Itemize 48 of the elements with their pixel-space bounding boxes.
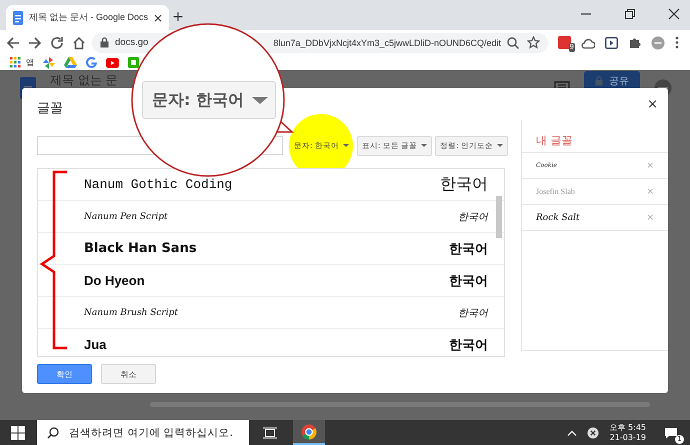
- reload-icon[interactable]: [50, 36, 64, 50]
- font-name[interactable]: Rock Salt: [536, 212, 580, 222]
- dialog-title: 글꼴: [37, 100, 63, 118]
- windows-logo-icon[interactable]: [11, 426, 25, 440]
- font-list-item[interactable]: Nanum Brush Script 한국어: [38, 297, 504, 329]
- font-list-item[interactable]: Black Han Sans 한국어: [38, 233, 504, 265]
- clock-time[interactable]: 오후 5:45: [609, 422, 646, 432]
- url-text: docs.go: [115, 37, 148, 48]
- font-list-item[interactable]: Jua 한국어: [38, 329, 504, 356]
- new-tab-button[interactable]: +: [172, 11, 184, 23]
- scrollbar-thumb[interactable]: [496, 196, 502, 238]
- puzzle-icon[interactable]: [628, 36, 641, 49]
- play-video-icon[interactable]: [106, 58, 119, 68]
- back-arrow-icon[interactable]: [6, 36, 20, 50]
- tab-title: 제목 없는 문서 - Google Docs: [29, 11, 148, 24]
- cancel-button[interactable]: 취소: [101, 364, 156, 384]
- chrome-icon[interactable]: [301, 424, 317, 440]
- chevron-up-icon[interactable]: [567, 430, 578, 436]
- taskbar-search-field[interactable]: 검색하려면 여기에 입력하십시오.: [37, 420, 249, 445]
- bookmark-link[interactable]: 앱: [26, 57, 34, 68]
- font-list-item[interactable]: Do Hyeon 한국어: [38, 265, 504, 297]
- bookmark-square-icon[interactable]: [128, 57, 139, 68]
- url-text: 8lun7a_DDbVjxNcjt4xYm3_c5jwwLDliD-nOUND6CQ/edit: [273, 38, 501, 48]
- apps-grid-icon[interactable]: [10, 57, 21, 68]
- lock-icon: [100, 37, 109, 48]
- task-view-icon[interactable]: [263, 426, 277, 438]
- close-button[interactable]: ×: [647, 97, 658, 112]
- zoom-icon[interactable]: [507, 36, 519, 48]
- drive-triangle-icon[interactable]: [64, 57, 77, 68]
- google-g-icon[interactable]: [86, 57, 97, 68]
- cloud-icon[interactable]: [581, 36, 595, 48]
- star-icon[interactable]: [527, 36, 540, 49]
- browser-tab[interactable]: 제목 없는 문서 - Google Docs ×: [6, 5, 170, 30]
- cast-window-icon[interactable]: [605, 36, 618, 48]
- close-circle-icon[interactable]: [587, 426, 600, 438]
- forward-arrow-icon[interactable]: [28, 36, 42, 50]
- lock-icon: [595, 76, 603, 86]
- pinwheel-icon[interactable]: [43, 56, 55, 68]
- restore-icon[interactable]: [624, 8, 636, 20]
- notification-icon[interactable]: [664, 426, 678, 438]
- clock-date[interactable]: 21-03-19: [610, 432, 646, 442]
- document-icon: [12, 10, 24, 24]
- more-menu-icon[interactable]: [675, 36, 679, 49]
- panel-title: 내 글꼴: [522, 120, 668, 153]
- home-icon[interactable]: [72, 36, 86, 50]
- close-tab-button[interactable]: ×: [153, 10, 164, 24]
- search-icon: [47, 426, 59, 438]
- close-icon[interactable]: [668, 8, 680, 20]
